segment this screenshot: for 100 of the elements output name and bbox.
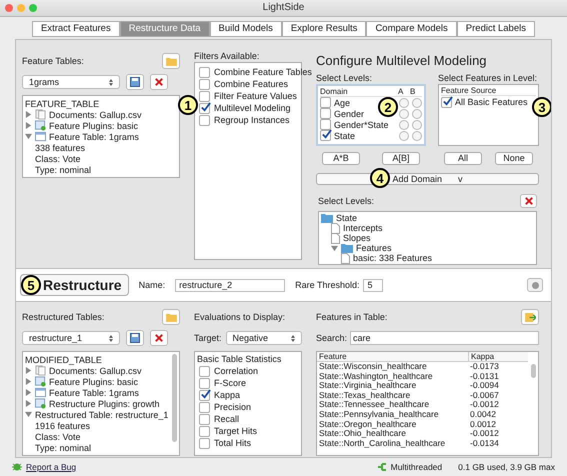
radio-button[interactable]: [399, 120, 409, 130]
radio-button[interactable]: [412, 120, 422, 130]
radio-button[interactable]: [412, 98, 422, 108]
collapsed-triangle-icon[interactable]: [25, 400, 32, 407]
zoom-window-icon[interactable]: [29, 4, 37, 12]
button[interactable]: A[B]: [382, 152, 420, 165]
scrollbar-thumb[interactable]: [531, 364, 536, 378]
tree-item[interactable]: Type: nominal: [35, 442, 92, 454]
column-header[interactable]: Feature: [317, 352, 468, 361]
button[interactable]: A*B: [322, 152, 360, 165]
tab[interactable]: Predict Labels: [456, 21, 535, 37]
filter-label[interactable]: Regroup Instances: [214, 114, 290, 126]
level-label[interactable]: Age: [334, 96, 350, 108]
tree-item[interactable]: Documents: Gallup.csv: [49, 364, 142, 376]
delete-button[interactable]: [520, 194, 537, 208]
checkbox[interactable]: [199, 66, 210, 78]
tree-item[interactable]: basic: 338 Features: [353, 252, 432, 264]
tree-item[interactable]: Type: nominal: [35, 164, 92, 176]
level-label[interactable]: State: [334, 130, 356, 142]
tab[interactable]: Explore Results: [282, 21, 366, 37]
checkbox[interactable]: [320, 108, 331, 119]
collapsed-triangle-icon[interactable]: [25, 122, 32, 129]
button[interactable]: All: [444, 152, 482, 165]
radio-button[interactable]: [399, 130, 409, 140]
checkbox[interactable]: [199, 438, 210, 448]
table-dropdown[interactable]: restructure_1: [22, 331, 120, 345]
report-bug-link[interactable]: Report a Bug: [26, 461, 76, 473]
tree-item[interactable]: Class: Vote: [35, 152, 81, 164]
tree-item[interactable]: State: [336, 212, 358, 224]
scrollbar-thumb[interactable]: [172, 354, 177, 442]
tree-item[interactable]: Restructure Plugins: growth: [49, 398, 160, 410]
evaluation-label[interactable]: Precision: [214, 401, 252, 413]
level-label[interactable]: Gender: [334, 108, 364, 120]
evaluation-label[interactable]: Correlation: [214, 365, 258, 377]
export-button[interactable]: [521, 309, 539, 325]
tree-item[interactable]: Documents: Gallup.csv: [49, 108, 142, 120]
radio-button[interactable]: [399, 108, 409, 118]
tree-item[interactable]: 1916 features: [35, 420, 90, 432]
filter-label[interactable]: Combine Features: [214, 78, 288, 90]
radio-button[interactable]: [399, 98, 409, 108]
tree-item[interactable]: Features: [356, 242, 392, 254]
evaluation-label[interactable]: Target Hits: [214, 425, 258, 437]
filter-label[interactable]: Multilevel Modeling: [214, 102, 291, 114]
tree-item[interactable]: Class: Vote: [35, 430, 81, 442]
save-button[interactable]: [126, 74, 144, 90]
evaluation-label[interactable]: Kappa: [214, 389, 240, 401]
tree-item[interactable]: Slopes: [343, 232, 371, 244]
tree-item[interactable]: Feature Plugins: basic: [49, 120, 138, 132]
checkbox[interactable]: [320, 97, 331, 108]
tab[interactable]: Build Models: [210, 21, 282, 37]
delete-button[interactable]: [150, 330, 168, 346]
table-dropdown[interactable]: 1grams: [22, 75, 120, 89]
save-button[interactable]: [126, 330, 144, 346]
target-dropdown[interactable]: Negative: [226, 331, 302, 345]
evaluation-label[interactable]: Recall: [214, 413, 240, 425]
tree-item[interactable]: Feature Table: 1grams: [49, 386, 139, 398]
open-file-button[interactable]: [162, 309, 180, 325]
collapsed-triangle-icon[interactable]: [25, 378, 32, 385]
collapsed-triangle-icon[interactable]: [25, 389, 32, 396]
filter-label[interactable]: Combine Feature Tables: [214, 66, 312, 78]
expanded-triangle-icon[interactable]: [25, 133, 32, 140]
tree-item[interactable]: Restructured Table: restructure_1: [35, 408, 168, 420]
checkbox[interactable]: [199, 102, 210, 114]
checkbox[interactable]: [199, 426, 210, 436]
checkbox[interactable]: [199, 90, 210, 102]
expanded-triangle-icon[interactable]: [331, 244, 338, 252]
collapsed-triangle-icon[interactable]: [25, 367, 32, 374]
evaluation-label[interactable]: Total Hits: [214, 437, 252, 449]
minimize-window-icon[interactable]: [17, 4, 25, 12]
checkbox[interactable]: [320, 130, 331, 141]
tree-item[interactable]: 338 features: [35, 142, 86, 154]
checkbox[interactable]: [199, 402, 210, 412]
filter-label[interactable]: Filter Feature Values: [214, 90, 297, 102]
open-file-button[interactable]: [162, 53, 180, 69]
threshold-field[interactable]: 5: [363, 278, 384, 292]
collapsed-triangle-icon[interactable]: [25, 111, 32, 118]
tree-item[interactable]: Feature Table: 1grams: [49, 130, 139, 142]
tree-item[interactable]: Intercepts: [343, 222, 383, 234]
evaluation-label[interactable]: F-Score: [214, 377, 246, 389]
close-window-icon[interactable]: [5, 4, 13, 12]
search-field[interactable]: care: [350, 331, 539, 345]
checkbox[interactable]: [199, 378, 210, 388]
checkbox[interactable]: [199, 414, 210, 424]
button[interactable]: None: [495, 152, 533, 165]
stop-button[interactable]: [527, 278, 543, 292]
expanded-triangle-icon[interactable]: [25, 411, 32, 418]
column-header[interactable]: Kappa: [468, 352, 528, 361]
delete-button[interactable]: [150, 74, 168, 90]
checkbox[interactable]: [199, 390, 210, 400]
checkbox[interactable]: [320, 119, 331, 130]
tab[interactable]: Extract Features: [32, 21, 120, 37]
tab[interactable]: Compare Models: [366, 21, 457, 37]
name-field[interactable]: restructure_2: [175, 278, 286, 292]
radio-button[interactable]: [412, 108, 422, 118]
checkbox[interactable]: [199, 78, 210, 90]
tree-item[interactable]: Feature Plugins: basic: [49, 376, 138, 388]
checkbox[interactable]: [199, 366, 210, 376]
radio-button[interactable]: [412, 130, 422, 140]
checkbox[interactable]: [441, 96, 452, 108]
feature-source-label[interactable]: All Basic Features: [455, 96, 528, 108]
